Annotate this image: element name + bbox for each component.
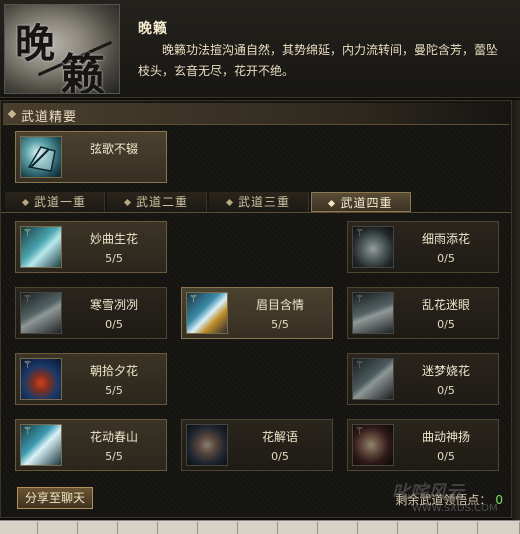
skill-slot-xiyutianhua[interactable]: ⚚ 细雨添花 0/5	[347, 221, 499, 273]
skill-title: 晚籁	[138, 21, 168, 37]
share-to-chat-button[interactable]: 分享至聊天	[17, 487, 93, 509]
skill-name: 花解语	[261, 430, 298, 444]
fan-icon	[20, 136, 62, 178]
skill-level: 5/5	[105, 384, 123, 397]
essence-section-title: 武道精要	[21, 110, 78, 125]
skill-name: 乱花迷眼	[421, 298, 470, 312]
diamond-icon	[123, 198, 132, 207]
site-watermark-url: WWW.SXDS.COM	[412, 503, 498, 514]
toolbar-segment[interactable]	[398, 522, 438, 534]
essence-skill-slot[interactable]: 弦歌不辍	[15, 131, 167, 183]
upgrade-mark-icon: ⚚	[355, 360, 364, 371]
realm-tabs: 武道一重 武道二重 武道三重 武道四重	[1, 191, 511, 213]
toolbar-segment[interactable]	[358, 522, 398, 534]
mountain-icon: ⚚	[20, 424, 62, 466]
tab-label: 武道一重	[33, 195, 86, 209]
upgrade-mark-icon: ⚚	[23, 228, 32, 239]
moon-flower-icon: ⚚	[20, 358, 62, 400]
skill-level: 5/5	[105, 252, 123, 265]
bottom-toolbar	[0, 520, 520, 534]
toolbar-segment[interactable]	[238, 522, 278, 534]
skill-description: 晚籁功法揎沟通自然，其势绵延，内力流转间，曼陀含芳，蕾坠枝头，玄音无尽，花开不绝…	[138, 43, 499, 78]
flute-icon: ⚚	[20, 226, 62, 268]
toolbar-segment[interactable]	[318, 522, 358, 534]
diamond-icon	[225, 198, 234, 207]
toolbar-segment[interactable]	[478, 522, 520, 534]
skill-name: 朝拾夕花	[89, 364, 138, 378]
skill-level: 0/5	[105, 318, 123, 331]
diamond-icon	[7, 109, 17, 119]
skill-level: 0/5	[437, 384, 455, 397]
skill-level: 0/5	[271, 450, 289, 463]
dream-icon: ⚚	[352, 358, 394, 400]
upgrade-mark-icon: ⚚	[355, 294, 364, 305]
toolbar-segment[interactable]	[118, 522, 158, 534]
skill-slot-meimuhanqing[interactable]: ⚚ 眉目含情 5/5	[181, 287, 333, 339]
skill-level: 0/5	[437, 318, 455, 331]
skill-slot-huadongchunshan[interactable]: ⚚ 花动春山 5/5	[15, 419, 167, 471]
tab-realm-3[interactable]: 武道三重	[209, 192, 309, 212]
skill-name: 花动春山	[89, 430, 138, 444]
skill-name: 迷梦娆花	[421, 364, 470, 378]
skill-slot-qudongshenyang[interactable]: ⚚ 曲动神扬 0/5	[347, 419, 499, 471]
skill-name: 妙曲生花	[89, 232, 138, 246]
skill-slot-hanxuelielie[interactable]: ⚚ 寒雪冽冽 0/5	[15, 287, 167, 339]
skill-level: 5/5	[105, 450, 123, 463]
skill-name: 寒雪冽冽	[89, 298, 138, 312]
fan-icon-art	[27, 146, 56, 172]
skill-slot-miaoqushenghua[interactable]: ⚚ 妙曲生花 5/5	[15, 221, 167, 273]
site-watermark-logo: 叱咤风云	[392, 482, 464, 503]
petals-icon: ⚚	[352, 292, 394, 334]
skill-slot-huajieyu[interactable]: 花解语 0/5	[181, 419, 333, 471]
diamond-icon	[328, 199, 336, 208]
upgrade-mark-icon: ⚚	[355, 426, 364, 437]
skill-level: 5/5	[271, 318, 289, 331]
skill-header: 晚 籁 晚籁 晚籁功法揎沟通自然，其势绵延，内力流转间，曼陀含芳，蕾坠枝头，玄音…	[0, 0, 520, 98]
upgrade-mark-icon: ⚚	[189, 294, 198, 305]
skill-level: 0/5	[437, 450, 455, 463]
skill-panel: 武道精要 弦歌不辍 武道一重 武道二重 武道三重 武道四重 ⚚ 妙曲生花 5/5…	[0, 100, 512, 518]
upgrade-mark-icon: ⚚	[23, 360, 32, 371]
tab-label: 武道三重	[237, 195, 290, 209]
tab-realm-2[interactable]: 武道二重	[107, 192, 207, 212]
skill-slot-mimengraohua[interactable]: ⚚ 迷梦娆花 0/5	[347, 353, 499, 405]
eyes-icon: ⚚	[186, 292, 228, 334]
toolbar-segment[interactable]	[0, 522, 38, 534]
logo-char-2: 籁	[61, 50, 105, 94]
rain-flower-icon: ⚚	[352, 226, 394, 268]
essence-section-header: 武道精要	[3, 103, 509, 125]
skill-calligraphy-logo: 晚 籁	[4, 4, 120, 94]
tab-label: 武道二重	[135, 195, 188, 209]
essence-skill-name: 弦歌不辍	[89, 142, 138, 156]
diamond-icon	[21, 198, 30, 207]
swirl-icon: ⚚	[352, 424, 394, 466]
upgrade-mark-icon: ⚚	[23, 426, 32, 437]
skill-slot-luanhuamiyan[interactable]: ⚚ 乱花迷眼 0/5	[347, 287, 499, 339]
tab-realm-4[interactable]: 武道四重	[311, 192, 411, 212]
toolbar-segment[interactable]	[78, 522, 118, 534]
toolbar-segment[interactable]	[438, 522, 478, 534]
toolbar-segment[interactable]	[198, 522, 238, 534]
skill-name: 细雨添花	[421, 232, 470, 246]
toolbar-segment[interactable]	[38, 522, 78, 534]
toolbar-segment[interactable]	[158, 522, 198, 534]
upgrade-mark-icon: ⚚	[355, 228, 364, 239]
tab-realm-1[interactable]: 武道一重	[5, 192, 105, 212]
panel-edge	[512, 100, 520, 520]
skill-name: 眉目含情	[255, 298, 304, 312]
toolbar-segment[interactable]	[278, 522, 318, 534]
snow-icon: ⚚	[20, 292, 62, 334]
logo-char-1: 晚	[15, 20, 55, 67]
upgrade-mark-icon: ⚚	[23, 294, 32, 305]
skill-name: 曲动神扬	[421, 430, 470, 444]
skill-slot-zhaoshixihua[interactable]: ⚚ 朝拾夕花 5/5	[15, 353, 167, 405]
tab-label: 武道四重	[340, 196, 393, 210]
flower-speech-icon	[186, 424, 228, 466]
skill-level: 0/5	[437, 252, 455, 265]
